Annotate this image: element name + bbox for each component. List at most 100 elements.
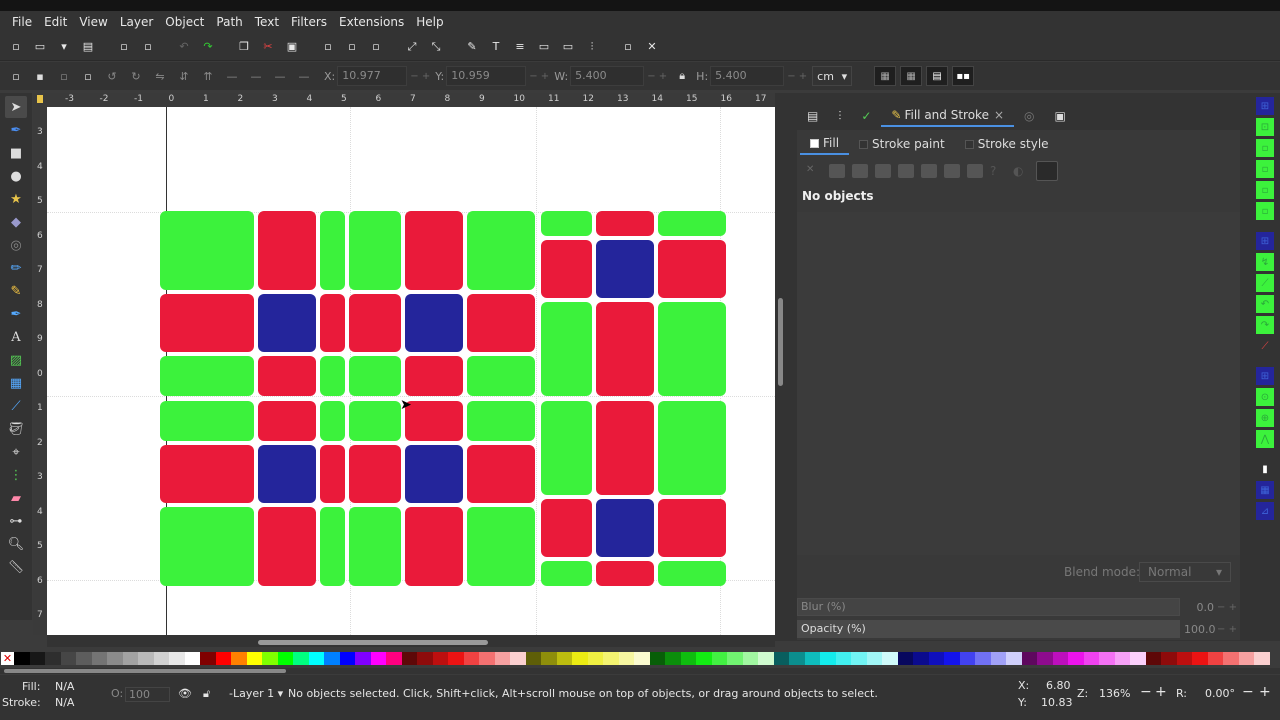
color-swatch[interactable] — [417, 652, 433, 665]
rectangle[interactable] — [596, 211, 654, 236]
zoom-drawing-icon[interactable]: ▫ — [342, 37, 362, 57]
snap-rotation-icon[interactable]: ⊙ — [1256, 388, 1274, 406]
rectangle[interactable] — [405, 211, 463, 290]
measure-tool-icon[interactable]: 📏︎ — [5, 556, 27, 578]
color-swatch[interactable] — [479, 652, 495, 665]
color-swatch[interactable] — [262, 652, 278, 665]
undo-icon[interactable]: ↶ — [174, 37, 194, 57]
rotate-ccw-icon[interactable]: ▫ — [78, 66, 98, 86]
gradient-tool-icon[interactable]: ▨ — [5, 349, 27, 371]
unit-select[interactable]: cm ▾ — [812, 66, 853, 86]
color-swatch[interactable] — [339, 652, 355, 665]
rectangle[interactable] — [349, 507, 401, 586]
import-icon[interactable]: ▫ — [114, 37, 134, 57]
color-swatch[interactable] — [556, 652, 572, 665]
export-icon[interactable]: ▫ — [138, 37, 158, 57]
color-swatch[interactable] — [1254, 652, 1270, 665]
flat-color-icon[interactable] — [829, 164, 845, 178]
rotate-ccw-button[interactable]: − — [1242, 684, 1254, 700]
color-swatch[interactable] — [913, 652, 929, 665]
select-all-icon[interactable]: ▫ — [6, 66, 26, 86]
rectangle-tool-icon[interactable]: ■ — [5, 142, 27, 164]
lower-bottom-icon[interactable]: — — [246, 66, 266, 86]
h-spinner[interactable]: − + — [786, 71, 808, 82]
rectangle[interactable] — [596, 240, 654, 298]
color-swatch[interactable] — [541, 652, 557, 665]
vertical-scroll-thumb[interactable] — [778, 298, 783, 386]
open-icon[interactable]: ▭ — [30, 37, 50, 57]
snap-smooth-icon[interactable]: ↷ — [1256, 316, 1274, 334]
snap-bbox-midpoints-icon[interactable]: ▫ — [1256, 181, 1274, 199]
color-swatch[interactable] — [990, 652, 1006, 665]
color-swatch[interactable] — [246, 652, 262, 665]
rectangle[interactable] — [349, 294, 401, 352]
color-swatch[interactable] — [1006, 652, 1022, 665]
color-swatch[interactable] — [1037, 652, 1053, 665]
menu-layer[interactable]: Layer — [114, 11, 159, 33]
rectangle[interactable] — [258, 356, 316, 396]
tweak-tool-icon[interactable]: ⌖ — [5, 441, 27, 463]
snap-midpoints-icon[interactable]: ⟋ — [1256, 337, 1274, 355]
opacity-slider[interactable]: Opacity (%) — [797, 620, 1180, 638]
dropper-tool-icon[interactable]: ⟋ — [5, 395, 27, 417]
color-swatch[interactable] — [122, 652, 138, 665]
zoom-tool-icon[interactable]: 🔍︎ — [5, 533, 27, 555]
pencil-tool-icon[interactable]: ✏ — [5, 257, 27, 279]
objects-icon[interactable]: ▭ — [534, 37, 554, 57]
rectangle[interactable] — [320, 294, 345, 352]
menu-edit[interactable]: Edit — [38, 11, 73, 33]
rectangle[interactable] — [658, 499, 726, 557]
radial-gradient-icon[interactable] — [875, 164, 891, 178]
color-swatch[interactable] — [758, 652, 774, 665]
rectangle[interactable] — [541, 401, 592, 495]
rectangle[interactable] — [349, 445, 401, 503]
no-paint-icon[interactable]: ✕ — [806, 164, 822, 178]
color-swatch[interactable] — [76, 652, 92, 665]
preferences-icon[interactable]: ✕ — [642, 37, 662, 57]
transform-gradient-icon[interactable]: ▤ — [926, 66, 949, 86]
transform-stroke-icon[interactable]: ▦ — [874, 66, 897, 86]
rectangle[interactable] — [467, 211, 535, 290]
ruler-vertical[interactable]: 3 4 5 6 7 8 9 0 1 2 3 4 5 6 7 — [33, 107, 47, 635]
color-swatch[interactable] — [587, 652, 603, 665]
color-swatch[interactable] — [928, 652, 944, 665]
rectangle[interactable] — [320, 356, 345, 396]
connector-tool-icon[interactable]: ⊶ — [5, 510, 27, 532]
calligraphy-tool-icon[interactable]: ✒ — [5, 303, 27, 325]
no-paint-swatch-icon[interactable]: ✕ — [1, 652, 14, 665]
deselect-icon[interactable]: ▫ — [54, 66, 74, 86]
color-swatch[interactable] — [153, 652, 169, 665]
color-swatch[interactable] — [773, 652, 789, 665]
tab-layers[interactable]: ◎ — [1014, 105, 1044, 127]
unset-icon[interactable]: ? — [990, 164, 1006, 178]
color-swatch[interactable] — [370, 652, 386, 665]
color-swatch[interactable] — [711, 652, 727, 665]
color-swatch[interactable] — [91, 652, 107, 665]
color-swatch[interactable] — [200, 652, 216, 665]
snap-grid-icon[interactable]: ▦ — [1256, 481, 1274, 499]
rectangle[interactable] — [467, 445, 535, 503]
evenodd-icon[interactable]: ◐ — [1013, 164, 1029, 178]
rectangle[interactable] — [160, 445, 254, 503]
color-swatch[interactable] — [959, 652, 975, 665]
rectangle[interactable] — [258, 507, 316, 586]
duplicate-icon[interactable]: ⤢ — [402, 37, 422, 57]
color-swatch[interactable] — [572, 652, 588, 665]
rectangle[interactable] — [405, 445, 463, 503]
rectangle[interactable] — [541, 302, 592, 396]
menu-file[interactable]: File — [6, 11, 38, 33]
rectangle[interactable] — [405, 401, 463, 441]
redo-icon[interactable]: ↷ — [198, 37, 218, 57]
rectangle[interactable] — [467, 401, 535, 441]
rectangle[interactable] — [258, 294, 316, 352]
raise-top-icon[interactable]: — — [222, 66, 242, 86]
rectangle[interactable] — [320, 211, 345, 290]
ellipse-tool-icon[interactable]: ● — [5, 165, 27, 187]
rectangle[interactable] — [658, 211, 726, 236]
spiral-tool-icon[interactable]: ◎ — [5, 234, 27, 256]
color-swatch[interactable] — [107, 652, 123, 665]
snap-centers-icon[interactable]: ⊞ — [1256, 367, 1274, 385]
color-swatch[interactable] — [231, 652, 247, 665]
mesh-tool-icon[interactable]: ▦ — [5, 372, 27, 394]
rectangle[interactable] — [349, 211, 401, 290]
